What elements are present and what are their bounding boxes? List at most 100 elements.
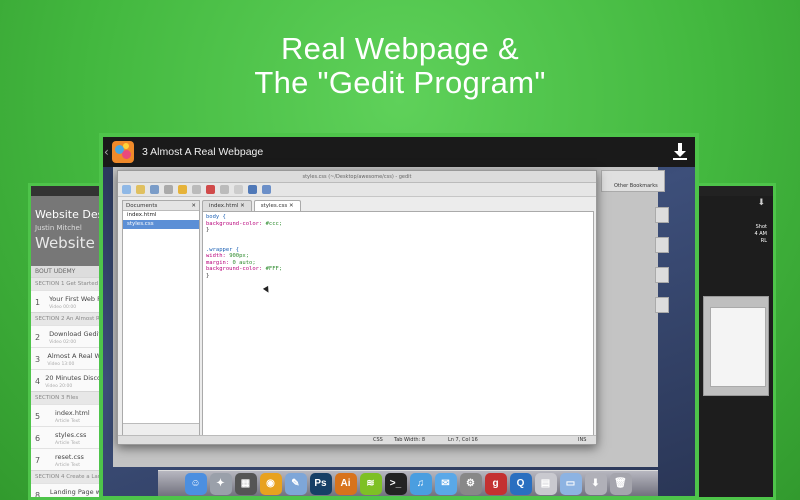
undo-icon[interactable] bbox=[178, 185, 187, 194]
file-icon[interactable] bbox=[655, 267, 669, 283]
lecture-meta: Article Text bbox=[55, 463, 80, 468]
replace-icon[interactable] bbox=[262, 185, 271, 194]
gedit-icon[interactable]: g bbox=[484, 472, 507, 495]
right-preview-card[interactable]: ⬇ Shot 4 AM RL bbox=[696, 183, 776, 500]
preview-icon[interactable]: ✎ bbox=[284, 472, 307, 495]
file-icon[interactable] bbox=[655, 297, 669, 313]
lecture-number: 7 bbox=[35, 456, 41, 465]
system-preferences-icon[interactable]: ⚙ bbox=[459, 472, 482, 495]
photoshop-icon[interactable]: Ps bbox=[309, 472, 332, 495]
left-preview-card[interactable]: Website Desig Justin Mitchel Website de … bbox=[28, 183, 108, 500]
finder-icon[interactable]: ☺ bbox=[184, 472, 207, 495]
lecture-item[interactable]: 1 Your First Web P Video 00:00 bbox=[31, 290, 105, 312]
documents-panel-title: Documents bbox=[126, 203, 158, 209]
document-item[interactable]: index.html bbox=[123, 211, 199, 220]
new-file-icon[interactable] bbox=[122, 185, 131, 194]
downloads-icon[interactable]: ⬇ bbox=[584, 472, 607, 495]
gedit-status-bar: CSS Tab Width: 8 Ln 7, Col 16 INS bbox=[118, 435, 596, 444]
course-header-title: Website Desig bbox=[35, 208, 108, 221]
gedit-toolbar bbox=[118, 183, 596, 197]
tab-label: styles.css bbox=[260, 203, 288, 209]
lecture-number: 8 bbox=[35, 491, 41, 500]
mac-desktop: Other Bookmarks styles.css (~/Desktop/aw… bbox=[103, 167, 695, 496]
screen-thumbnail bbox=[703, 296, 769, 396]
course-big-title: Website de bbox=[35, 234, 105, 252]
code-editor[interactable]: body {background-color: #ccc;} .wrapper {… bbox=[202, 211, 594, 438]
lecture-meta: Article Text bbox=[55, 419, 80, 424]
lecture-top-bar: ‹ 3 Almost A Real Webpage bbox=[103, 137, 695, 167]
lecture-meta: Video 20:00 bbox=[45, 384, 73, 389]
course-header: Website Desig Justin Mitchel Website de bbox=[31, 196, 105, 266]
terminal-icon[interactable]: >_ bbox=[384, 472, 407, 495]
main-lecture-card[interactable]: ‹ 3 Almost A Real Webpage Other Bookmark… bbox=[99, 133, 699, 500]
lecture-title: 3 Almost A Real Webpage bbox=[142, 146, 264, 158]
chrome-icon[interactable]: ◉ bbox=[259, 472, 282, 495]
tab-width-selector[interactable]: Tab Width: 8 bbox=[394, 436, 425, 445]
lecture-item[interactable]: 6 styles.css Article Text bbox=[31, 426, 105, 448]
itunes-icon[interactable]: ♫ bbox=[409, 472, 432, 495]
lecture-meta: Video 13:00 bbox=[47, 362, 75, 367]
search-icon[interactable] bbox=[248, 185, 257, 194]
calculator-icon[interactable]: ▦ bbox=[234, 472, 257, 495]
back-chevron-icon[interactable]: ‹ bbox=[104, 145, 110, 159]
lecture-number: 3 bbox=[35, 355, 41, 364]
other-bookmarks[interactable]: Other Bookmarks bbox=[614, 183, 658, 189]
documents-panel: Documents ✕ index.html styles.css bbox=[122, 200, 200, 438]
lecture-title: Landing Page w bbox=[49, 488, 101, 496]
bin-icon[interactable]: 🗑 bbox=[609, 472, 632, 495]
file-icon[interactable] bbox=[655, 237, 669, 253]
lecture-title: 20 Minutes Disco bbox=[45, 374, 101, 382]
insert-mode: INS bbox=[578, 437, 587, 443]
download-icon[interactable] bbox=[673, 143, 687, 161]
download-icon[interactable]: ⬇ bbox=[757, 198, 765, 208]
quicktime-icon[interactable]: Q bbox=[509, 472, 532, 495]
headline-line-1: Real Webpage & bbox=[280, 31, 519, 66]
trash-icon[interactable]: ▤ bbox=[534, 472, 557, 495]
illustrator-icon[interactable]: Ai bbox=[334, 472, 357, 495]
cut-icon[interactable] bbox=[206, 185, 215, 194]
lecture-list: SECTION 1 Get Started 1 Your First Web P Vi… bbox=[31, 277, 105, 500]
tab-styles-css[interactable]: styles.css ✕ bbox=[253, 200, 301, 211]
lecture-item[interactable]: 8Landing Page wVideo 44:00 bbox=[31, 483, 105, 500]
close-icon[interactable]: ✕ bbox=[191, 201, 196, 211]
redo-icon[interactable] bbox=[192, 185, 201, 194]
print-icon[interactable] bbox=[164, 185, 173, 194]
messages-icon[interactable]: ✉ bbox=[434, 472, 457, 495]
lecture-number: 6 bbox=[35, 434, 41, 443]
desktop-icons bbox=[655, 207, 677, 327]
lecture-title: Download Gedit bbox=[49, 330, 101, 338]
paste-icon[interactable] bbox=[234, 185, 243, 194]
lecture-item[interactable]: 2 Download Gedit Video 02:00 bbox=[31, 325, 105, 347]
about-label: BOUT UDEMY bbox=[31, 266, 105, 277]
lecture-item[interactable]: 5 index.html Article Text bbox=[31, 404, 105, 426]
language-selector[interactable]: CSS bbox=[373, 436, 383, 445]
file-icon[interactable] bbox=[655, 207, 669, 223]
tab-index-html[interactable]: index.html ✕ bbox=[202, 200, 252, 211]
document-item-selected[interactable]: styles.css bbox=[123, 220, 199, 229]
spotify-icon[interactable]: ≋ bbox=[359, 472, 382, 495]
cursor-position: Ln 7, Col 16 bbox=[448, 437, 478, 443]
lecture-item[interactable]: 4 20 Minutes Disco Video 20:00 bbox=[31, 369, 105, 391]
documents-panel-header: Documents ✕ bbox=[123, 201, 199, 211]
lecture-meta: Article Text bbox=[55, 441, 80, 446]
folder-icon[interactable]: ▭ bbox=[559, 472, 582, 495]
open-file-icon[interactable] bbox=[136, 185, 145, 194]
status-bar bbox=[31, 186, 105, 196]
lecture-title: Almost A Real W bbox=[47, 352, 101, 360]
lecture-title: reset.css bbox=[55, 453, 84, 461]
gedit-window: styles.css (~/Desktop/awesome/css) - ged… bbox=[117, 170, 597, 445]
lecture-item[interactable]: 7 reset.css Article Text bbox=[31, 448, 105, 470]
launchpad-icon[interactable]: ✦ bbox=[209, 472, 232, 495]
lecture-number: 4 bbox=[35, 377, 41, 386]
lecture-number: 5 bbox=[35, 412, 41, 421]
editor-tabs: index.html ✕ styles.css ✕ bbox=[202, 200, 301, 211]
status-bar bbox=[699, 186, 773, 196]
tab-label: index.html bbox=[209, 203, 239, 209]
save-icon[interactable] bbox=[150, 185, 159, 194]
copy-icon[interactable] bbox=[220, 185, 229, 194]
lecture-item[interactable]: 3 Almost A Real W Video 13:00 bbox=[31, 347, 105, 369]
browser-window: Other Bookmarks bbox=[601, 170, 665, 192]
lecture-meta: Video 02:00 bbox=[49, 340, 77, 345]
lecture-meta: Video 00:00 bbox=[49, 305, 77, 310]
headline-line-2: The "Gedit Program" bbox=[254, 65, 546, 100]
